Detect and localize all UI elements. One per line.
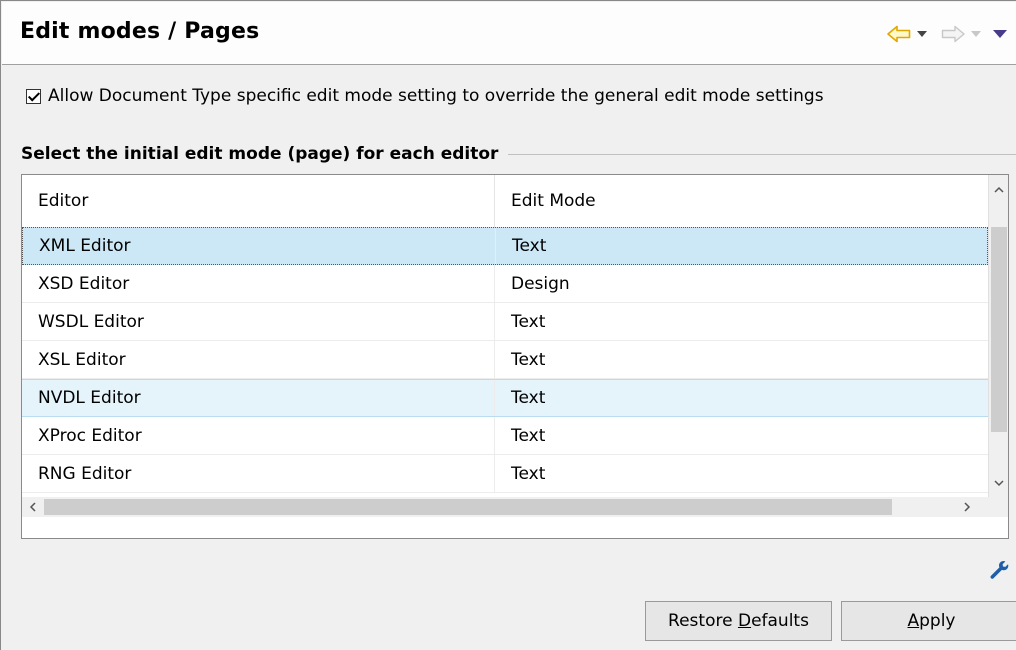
horizontal-scrollbar[interactable] xyxy=(22,497,988,517)
table-row[interactable]: XSL Editor Text xyxy=(22,341,988,379)
scroll-right-icon[interactable] xyxy=(957,497,977,517)
scroll-left-icon[interactable] xyxy=(22,497,42,517)
override-option[interactable]: Allow Document Type specific edit mode s… xyxy=(26,85,824,107)
editor-cell: XProc Editor xyxy=(22,417,495,454)
editor-cell: WSDL Editor xyxy=(22,303,495,340)
editor-cell: NVDL Editor xyxy=(22,380,495,416)
preferences-page: Edit modes / Pages Allow Document Type s… xyxy=(0,0,1016,650)
scroll-up-icon[interactable] xyxy=(989,179,1009,199)
table-row[interactable]: WSDL Editor Text xyxy=(22,303,988,341)
edit-mode-cell[interactable]: Text xyxy=(495,341,988,378)
vertical-scroll-thumb[interactable] xyxy=(991,227,1007,432)
edit-mode-cell[interactable]: Text xyxy=(495,417,988,454)
override-checkbox[interactable] xyxy=(26,88,41,104)
horizontal-scroll-thumb[interactable] xyxy=(44,499,892,515)
page-header: Edit modes / Pages xyxy=(2,2,1016,65)
editor-group: Select the initial edit mode (page) for … xyxy=(21,142,1016,166)
editor-cell: XSD Editor xyxy=(22,265,495,302)
edit-mode-cell[interactable]: Text xyxy=(496,228,987,264)
table-row[interactable]: NVDL Editor Text xyxy=(22,379,988,417)
table-row[interactable]: XSD Editor Design xyxy=(22,265,988,303)
table-body: XML Editor Text XSD Editor Design WSDL E… xyxy=(22,227,988,493)
override-checkbox-label[interactable]: Allow Document Type specific edit mode s… xyxy=(48,86,824,106)
edit-mode-cell[interactable]: Text xyxy=(495,303,988,340)
forward-arrow-icon[interactable] xyxy=(941,25,965,43)
editor-cell: RNG Editor xyxy=(22,455,495,492)
table-row[interactable]: XML Editor Text xyxy=(22,227,988,265)
column-header-edit-mode[interactable]: Edit Mode xyxy=(495,175,988,227)
column-header-editor[interactable]: Editor xyxy=(22,175,495,227)
forward-dropdown-icon[interactable] xyxy=(971,31,981,37)
apply-button[interactable]: Apply xyxy=(841,601,1016,641)
restore-defaults-label: Restore Defaults xyxy=(668,611,809,631)
table-header: Editor Edit Mode xyxy=(22,175,988,228)
scroll-down-icon[interactable] xyxy=(989,473,1009,493)
restore-defaults-button[interactable]: Restore Defaults xyxy=(645,601,832,641)
table-row[interactable]: XProc Editor Text xyxy=(22,417,988,455)
back-arrow-icon[interactable] xyxy=(887,25,911,43)
editor-group-label: Select the initial edit mode (page) for … xyxy=(21,144,499,164)
back-dropdown-icon[interactable] xyxy=(917,31,927,37)
navigation-toolbar xyxy=(887,22,1007,46)
page-title: Edit modes / Pages xyxy=(20,19,260,44)
view-menu-icon[interactable] xyxy=(987,30,1007,38)
editor-cell: XML Editor xyxy=(23,228,496,264)
editor-mode-table[interactable]: Editor Edit Mode XML Editor Text XSD Edi… xyxy=(21,174,1009,539)
apply-label: Apply xyxy=(907,611,956,631)
edit-mode-cell[interactable]: Design xyxy=(495,265,988,302)
vertical-scrollbar[interactable] xyxy=(988,175,1008,497)
group-divider xyxy=(508,153,1016,155)
edit-mode-cell[interactable]: Text xyxy=(495,455,988,492)
editor-cell: XSL Editor xyxy=(22,341,495,378)
wrench-icon[interactable] xyxy=(988,559,1010,581)
table-row[interactable]: RNG Editor Text xyxy=(22,455,988,493)
edit-mode-cell[interactable]: Text xyxy=(495,380,988,416)
scrollbar-corner xyxy=(988,497,1008,517)
